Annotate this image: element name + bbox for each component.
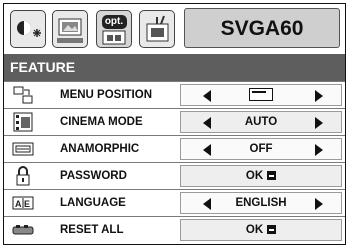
picture-tab[interactable] <box>52 10 88 48</box>
enter-icon <box>267 171 277 180</box>
menu-item-language[interactable]: A E LANGUAGE ENGLISH <box>4 189 345 216</box>
menu-item-password[interactable]: PASSWORD OK <box>4 162 345 189</box>
anamorphic-label: ANAMORPHIC <box>60 143 140 155</box>
language-icon: A E <box>12 196 34 210</box>
password-ok-text: OK <box>245 170 264 182</box>
password-button[interactable]: OK <box>180 165 342 187</box>
anamorphic-selector[interactable]: OFF <box>180 138 342 160</box>
svg-text:E: E <box>24 199 30 209</box>
password-ok-group: OK <box>181 166 341 186</box>
menu-position-label: MENU POSITION <box>60 89 153 101</box>
signal-title: SVGA60 <box>184 8 340 48</box>
right-arrow-icon[interactable] <box>315 117 323 129</box>
lock-icon <box>16 166 30 186</box>
language-selector[interactable]: ENGLISH <box>180 192 342 214</box>
setting-tab[interactable] <box>139 10 175 48</box>
picture-icon <box>57 18 83 43</box>
menu-item-anamorphic[interactable]: ANAMORPHIC OFF <box>4 135 345 162</box>
right-arrow-icon[interactable] <box>315 144 323 156</box>
projector-osd-menu: opt. SVGA60 FEATURE MENU POSITION CINEMA… <box>3 3 346 245</box>
menu-position-icon <box>13 86 33 104</box>
cinema-mode-selector[interactable]: AUTO <box>180 111 342 133</box>
reset-all-button[interactable]: OK <box>180 219 342 241</box>
reset-icon <box>12 225 34 235</box>
menu-tabs: opt. SVGA60 <box>4 4 345 54</box>
setting-icon <box>146 15 169 42</box>
reset-ok-group: OK <box>181 220 341 240</box>
cinema-mode-icon <box>13 112 33 132</box>
menu-item-cinema-mode[interactable]: CINEMA MODE AUTO <box>4 108 345 135</box>
option-tab-label: opt. <box>104 16 124 27</box>
language-label: LANGUAGE <box>60 197 126 209</box>
reset-all-label: RESET ALL <box>60 224 124 236</box>
menu-item-reset-all[interactable]: RESET ALL OK <box>4 216 345 244</box>
image-adjust-icon <box>17 21 41 37</box>
cinema-mode-label: CINEMA MODE <box>60 116 143 128</box>
section-header: FEATURE <box>4 54 345 81</box>
anamorphic-icon <box>12 142 34 156</box>
menu-item-menu-position[interactable]: MENU POSITION <box>4 81 345 108</box>
enter-icon <box>267 225 277 234</box>
image-adjust-tab[interactable] <box>10 10 46 48</box>
svg-text:A: A <box>15 199 22 209</box>
password-label: PASSWORD <box>60 170 127 182</box>
option-tab[interactable]: opt. <box>96 10 132 48</box>
position-indicator-icon <box>249 88 273 101</box>
right-arrow-icon[interactable] <box>315 90 323 102</box>
reset-ok-text: OK <box>245 224 264 236</box>
menu-position-selector[interactable] <box>180 84 342 106</box>
left-arrow-icon[interactable] <box>203 90 211 102</box>
right-arrow-icon[interactable] <box>315 198 323 210</box>
